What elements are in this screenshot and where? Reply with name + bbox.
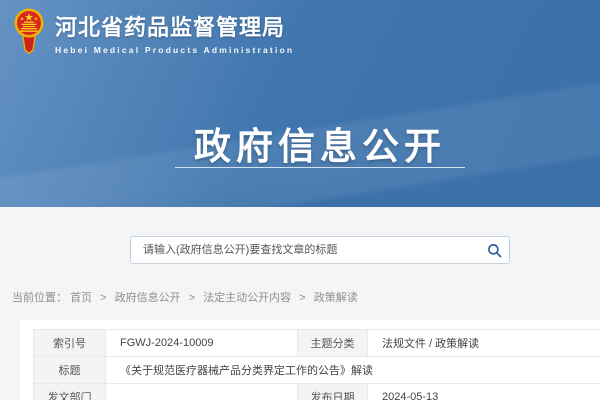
doc-title-label: 标题 bbox=[34, 357, 106, 384]
breadcrumb-item-home[interactable]: 首页 bbox=[70, 292, 92, 304]
china-national-emblem-icon bbox=[13, 8, 45, 56]
content-panel: 索引号 FGWJ-2024-10009 主题分类 法规文件 / 政策解读 标题 … bbox=[20, 320, 600, 400]
breadcrumb-prefix: 当前位置： bbox=[12, 292, 67, 304]
topic-category-value: 法规文件 / 政策解读 bbox=[368, 330, 600, 357]
breadcrumb-separator: > bbox=[299, 292, 305, 304]
breadcrumb-item-gov-info[interactable]: 政府信息公开 bbox=[115, 292, 181, 304]
banner-underline bbox=[175, 167, 465, 168]
table-row: 索引号 FGWJ-2024-10009 主题分类 法规文件 / 政策解读 bbox=[34, 330, 600, 357]
issuing-dept-value bbox=[106, 384, 298, 400]
org-name-en: Hebei Medical Products Administration bbox=[55, 45, 294, 55]
index-no-label: 索引号 bbox=[34, 330, 106, 357]
table-row: 发文部门 发布日期 2024-05-13 bbox=[34, 384, 600, 400]
site-brand[interactable]: 河北省药品监督管理局 Hebei Medical Products Admini… bbox=[13, 8, 294, 56]
breadcrumb-item-policy-interpretation[interactable]: 政策解读 bbox=[314, 292, 358, 304]
breadcrumb: 当前位置： 首页 > 政府信息公开 > 法定主动公开内容 > 政策解读 bbox=[12, 289, 358, 305]
site-header-banner: 河北省药品监督管理局 Hebei Medical Products Admini… bbox=[0, 0, 600, 207]
site-brand-text: 河北省药品监督管理局 Hebei Medical Products Admini… bbox=[55, 10, 294, 55]
issuing-dept-label: 发文部门 bbox=[34, 384, 106, 400]
search-button[interactable] bbox=[479, 237, 509, 263]
table-row: 标题 《关于规范医疗器械产品分类界定工作的公告》解读 bbox=[34, 357, 600, 384]
document-meta-table: 索引号 FGWJ-2024-10009 主题分类 法规文件 / 政策解读 标题 … bbox=[33, 329, 600, 400]
page-title: 政府信息公开 bbox=[40, 116, 600, 170]
search-icon bbox=[487, 243, 502, 258]
index-no-value: FGWJ-2024-10009 bbox=[106, 330, 298, 357]
breadcrumb-item-statutory-disclosure[interactable]: 法定主动公开内容 bbox=[203, 292, 291, 304]
publish-date-label: 发布日期 bbox=[298, 384, 368, 400]
topic-category-label: 主题分类 bbox=[298, 330, 368, 357]
doc-title-value: 《关于规范医疗器械产品分类界定工作的公告》解读 bbox=[106, 357, 600, 384]
org-name: 河北省药品监督管理局 bbox=[55, 10, 294, 42]
search-input[interactable] bbox=[131, 237, 479, 263]
breadcrumb-separator: > bbox=[100, 292, 106, 304]
publish-date-value: 2024-05-13 bbox=[368, 384, 600, 400]
breadcrumb-separator: > bbox=[189, 292, 195, 304]
search-box bbox=[130, 236, 510, 264]
